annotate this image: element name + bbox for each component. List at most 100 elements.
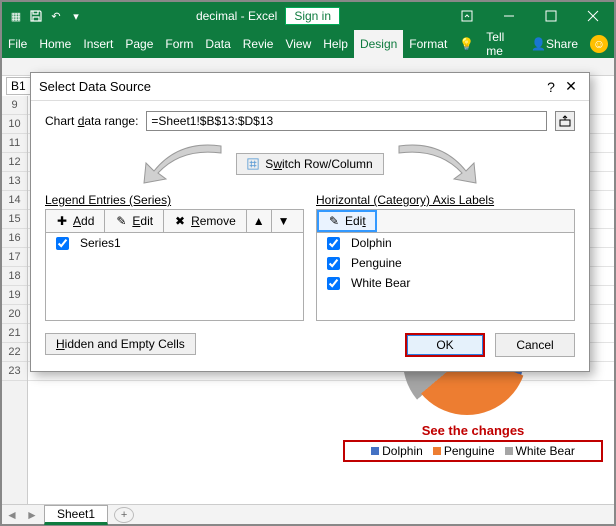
undo-icon[interactable]: ↶: [48, 8, 64, 24]
axis-labels-column: Horizontal (Category) Axis Labels ✎Edit …: [316, 193, 575, 357]
tab-insert[interactable]: Insert: [77, 30, 119, 58]
arrow-left-icon: [126, 141, 236, 187]
sign-in-button[interactable]: Sign in: [285, 7, 340, 25]
ribbon-tabs: File Home Insert Page Form Data Revie Vi…: [2, 30, 614, 58]
axis-toolbar: ✎Edit: [316, 209, 575, 233]
share-button[interactable]: 👤 Share: [525, 30, 584, 58]
collapse-dialog-icon[interactable]: [555, 111, 575, 131]
add-icon: ✚: [56, 215, 68, 227]
chart-range-input[interactable]: =Sheet1!$B$13:$D$13: [146, 111, 547, 131]
add-sheet-button[interactable]: +: [114, 507, 134, 523]
move-down-button[interactable]: ▼: [272, 210, 296, 232]
series-label: Series1: [80, 236, 121, 250]
category-listbox[interactable]: Dolphin Penguine White Bear: [316, 233, 575, 321]
row-header[interactable]: 9: [2, 96, 27, 115]
chart-range-label: Chart data range:: [45, 114, 138, 128]
row-header[interactable]: 12: [2, 153, 27, 172]
tab-page[interactable]: Page: [119, 30, 159, 58]
row-header[interactable]: 11: [2, 134, 27, 153]
row-header[interactable]: 23: [2, 362, 27, 381]
ok-button[interactable]: OK: [405, 333, 485, 357]
dialog-titlebar[interactable]: Select Data Source ? ✕: [31, 73, 589, 101]
switch-icon: [247, 158, 259, 170]
category-checkbox[interactable]: [327, 277, 340, 290]
annotation-text: See the changes: [343, 423, 603, 438]
series-listbox[interactable]: Series1: [45, 233, 304, 321]
sheet-tab[interactable]: Sheet1: [44, 505, 108, 525]
close-button[interactable]: [572, 2, 614, 30]
category-label: Dolphin: [351, 236, 392, 250]
row-header[interactable]: 22: [2, 343, 27, 362]
row-header[interactable]: 20: [2, 305, 27, 324]
row-header[interactable]: 13: [2, 172, 27, 191]
tab-format[interactable]: Format: [403, 30, 453, 58]
document-title: decimal - Excel: [196, 9, 277, 23]
qat-dropdown-icon[interactable]: ▾: [68, 8, 84, 24]
row-header[interactable]: 15: [2, 210, 27, 229]
swatch-icon: [505, 447, 513, 455]
category-item[interactable]: Dolphin: [317, 233, 574, 253]
switch-row-column-row: Switch Row/Column: [45, 139, 575, 189]
sheet-nav-prev-icon[interactable]: ◄: [2, 508, 22, 522]
category-item[interactable]: Penguine: [317, 253, 574, 273]
tab-formulas[interactable]: Form: [159, 30, 199, 58]
swatch-icon: [433, 447, 441, 455]
maximize-button[interactable]: [530, 2, 572, 30]
edit-icon: ✎: [328, 215, 340, 227]
minimize-button[interactable]: [488, 2, 530, 30]
hidden-empty-cells-button[interactable]: Hidden and Empty Cells: [45, 333, 196, 355]
tab-help[interactable]: Help: [317, 30, 354, 58]
chart-legend: Dolphin Penguine White Bear: [343, 440, 603, 462]
cancel-button[interactable]: Cancel: [495, 333, 575, 357]
tell-me[interactable]: Tell me: [480, 30, 525, 58]
switch-label: Switch Row/Column: [265, 157, 372, 171]
arrow-right-icon: [384, 141, 494, 187]
axis-labels-header: Horizontal (Category) Axis Labels: [316, 193, 575, 207]
edit-axis-labels-button[interactable]: ✎Edit: [317, 210, 377, 232]
category-label: Penguine: [351, 256, 402, 270]
legend-item: Penguine: [433, 444, 495, 458]
row-header[interactable]: 14: [2, 191, 27, 210]
autosave-icon[interactable]: ▦: [8, 8, 24, 24]
dialog-help-button[interactable]: ?: [541, 79, 561, 95]
edit-icon: ✎: [115, 215, 127, 227]
category-label: White Bear: [351, 276, 410, 290]
sheet-nav-next-icon[interactable]: ►: [22, 508, 42, 522]
legend-entries-column: Legend Entries (Series) ✚Add ✎Edit ✖Remo…: [45, 193, 304, 357]
tell-me-icon[interactable]: 💡: [453, 30, 480, 58]
add-series-button[interactable]: ✚Add: [46, 210, 105, 232]
tab-design[interactable]: Design: [354, 30, 403, 58]
row-header[interactable]: 17: [2, 248, 27, 267]
quick-access-toolbar: ▦ ↶ ▾: [2, 8, 90, 24]
row-header[interactable]: 16: [2, 229, 27, 248]
tab-data[interactable]: Data: [199, 30, 236, 58]
dialog-close-button[interactable]: ✕: [561, 78, 581, 95]
category-checkbox[interactable]: [327, 237, 340, 250]
remove-series-button[interactable]: ✖Remove: [164, 210, 247, 232]
tab-file[interactable]: File: [2, 30, 33, 58]
row-header[interactable]: 10: [2, 115, 27, 134]
edit-series-button[interactable]: ✎Edit: [105, 210, 164, 232]
tab-home[interactable]: Home: [33, 30, 77, 58]
smiley-icon[interactable]: ☺: [590, 35, 608, 53]
save-icon[interactable]: [28, 8, 44, 24]
category-checkbox[interactable]: [327, 257, 340, 270]
titlebar: ▦ ↶ ▾ decimal - Excel Sign in: [2, 2, 614, 30]
row-header[interactable]: 18: [2, 267, 27, 286]
move-up-button[interactable]: ▲: [247, 210, 272, 232]
switch-row-column-button[interactable]: Switch Row/Column: [236, 153, 383, 175]
tab-review[interactable]: Revie: [237, 30, 280, 58]
series-checkbox[interactable]: [56, 237, 69, 250]
select-data-source-dialog: Select Data Source ? ✕ Chart data range:…: [30, 72, 590, 372]
ribbon-options-icon[interactable]: [446, 2, 488, 30]
series-item[interactable]: Series1: [46, 233, 303, 253]
row-header[interactable]: 19: [2, 286, 27, 305]
row-header[interactable]: 21: [2, 324, 27, 343]
category-item[interactable]: White Bear: [317, 273, 574, 293]
legend-item: Dolphin: [371, 444, 423, 458]
row-headers: 9 10 11 12 13 14 15 16 17 18 19 20 21 22…: [2, 96, 28, 504]
remove-icon: ✖: [174, 215, 186, 227]
tab-view[interactable]: View: [279, 30, 317, 58]
sheet-tab-bar: ◄ ► Sheet1 +: [2, 504, 614, 524]
dialog-title: Select Data Source: [39, 79, 541, 94]
